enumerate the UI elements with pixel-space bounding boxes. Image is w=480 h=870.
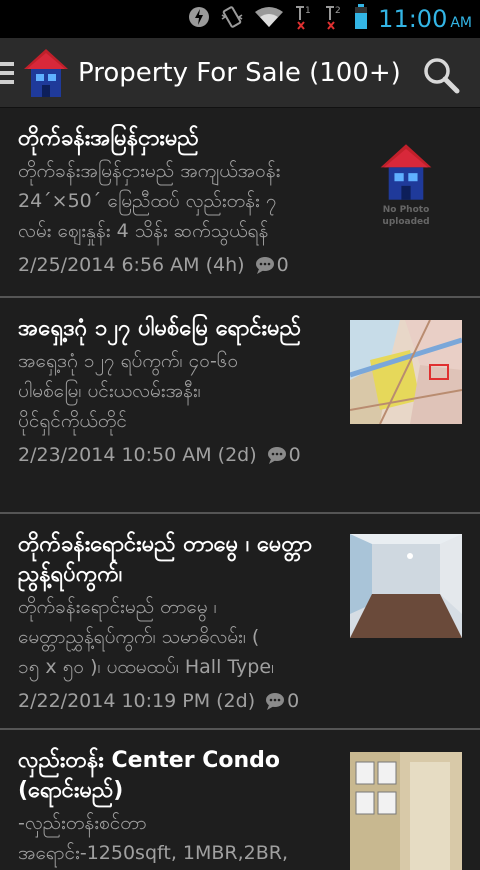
clock: 11:00 AM (378, 5, 472, 33)
no-photo-label: No Photo uploaded (382, 205, 430, 227)
page-title: Property For Sale (100+) (78, 57, 401, 88)
list-item[interactable]: အရှေ့ဒဂုံ ၁၂၇ ပါမစ်မြေ ရောင်းမည် အရှေ့ဒဂ… (0, 298, 480, 514)
listing-thumbnail-map[interactable] (350, 320, 462, 424)
app-logo[interactable] (22, 47, 70, 99)
listing-description: အရှေ့ဒဂုံ ၁၂၇ ရပ်ကွက်၊ ၄၀-၆၀ ပါမစ်မြေ၊ ပ… (18, 350, 239, 432)
listing-list: တိုက်ခန်းအမြန်ငှားမည် တိုက်ခန်းအမြန်ငှား… (0, 108, 480, 870)
battery-icon (354, 4, 368, 34)
listing-date: 2/22/2014 10:19 PM (2d) (18, 690, 256, 712)
listing-date: 2/25/2014 6:56 AM (4h) (18, 254, 245, 276)
wifi-icon (254, 6, 284, 32)
listing-description: တိုက်ခန်းအမြန်ငှားမည် အကျယ်အဝန်း 24´×50´… (18, 160, 281, 242)
status-bar: 1 2 11:00 AM (0, 0, 480, 38)
listing-thumbnail-interior[interactable] (350, 752, 462, 870)
listing-title: တိုက်ခန်းအမြန်ငှားမည် (18, 126, 199, 151)
listing-meta: 2/25/2014 6:56 AM (4h) 0 (18, 250, 462, 280)
vibrate-icon (220, 5, 244, 33)
listing-description: -လှည်းတန်းစင်တာ အရောင်း-1250sqft, 1MBR,2… (18, 812, 289, 864)
list-item[interactable]: တိုက်ခန်းအမြန်ငှားမည် တိုက်ခန်းအမြန်ငှား… (0, 108, 480, 298)
listing-description: တိုက်ခန်းရောင်းမည် တာမွေ ၊ မေတ္တာညွှန့်ရ… (18, 596, 275, 678)
sim2-label: 2 (335, 6, 341, 16)
comment-count: 0 (287, 690, 300, 712)
comment-icon (266, 693, 285, 710)
listing-title: အရှေ့ဒဂုံ ၁၂၇ ပါမစ်မြေ ရောင်းမည် (18, 316, 301, 341)
list-item[interactable]: လှည်းတန်း Center Condo (ရောင်းမည်) -လှည်… (0, 730, 480, 870)
action-bar: Property For Sale (100+) (0, 38, 480, 108)
no-photo-placeholder: No Photo uploaded (350, 142, 462, 246)
comment-count: 0 (288, 444, 301, 466)
listing-title: တိုက်ခန်းရောင်းမည် တာမွေ ၊ မေတ္တာညွန့်ရပ… (18, 532, 312, 587)
listing-thumbnail-room[interactable] (350, 534, 462, 638)
house-placeholder-icon (380, 144, 432, 200)
list-item[interactable]: တိုက်ခန်းရောင်းမည် တာမွေ ၊ မေတ္တာညွန့်ရပ… (0, 514, 480, 730)
comment-count: 0 (276, 254, 289, 276)
sim2-signal-icon: 2 (324, 4, 344, 34)
sim1-signal-icon: 1 (294, 4, 314, 34)
search-icon[interactable] (422, 56, 460, 94)
listing-title: လှည်းတန်း Center Condo (ရောင်းမည်) (18, 748, 280, 803)
comment-icon (255, 257, 274, 274)
comment-icon (267, 447, 286, 464)
sim1-label: 1 (305, 6, 311, 16)
listing-meta: 2/23/2014 10:50 AM (2d) 0 (18, 440, 462, 470)
listing-date: 2/23/2014 10:50 AM (2d) (18, 444, 257, 466)
listing-meta: 2/22/2014 10:19 PM (2d) 0 (18, 686, 462, 716)
battery-saver-icon (188, 5, 210, 33)
drawer-menu-icon[interactable] (0, 38, 16, 108)
